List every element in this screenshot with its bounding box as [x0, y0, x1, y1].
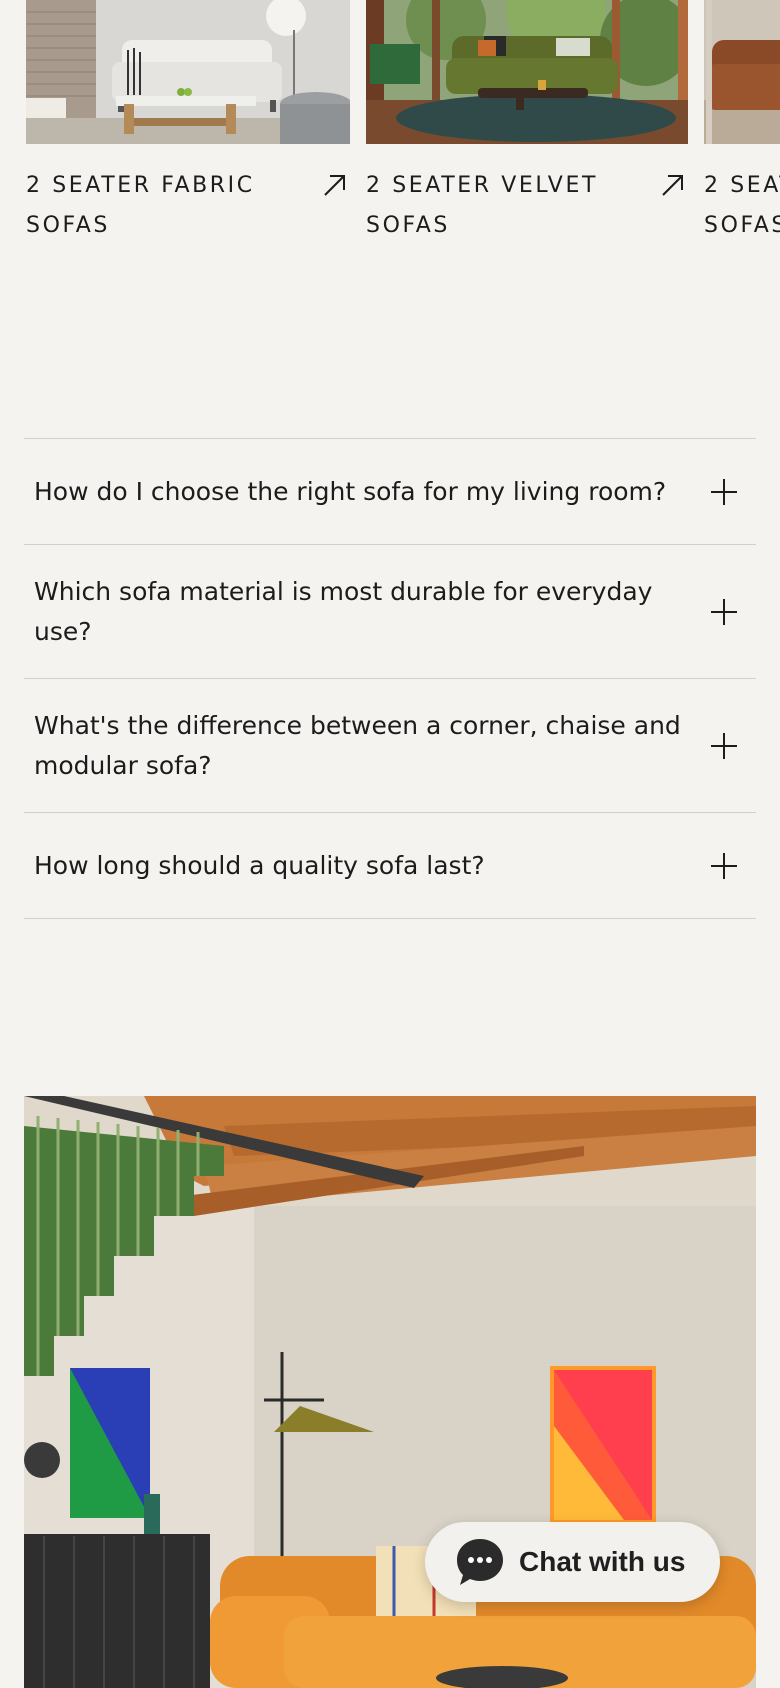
- arrow-up-right-icon[interactable]: [660, 172, 686, 198]
- chat-bubble-icon: [457, 1539, 503, 1585]
- category-card-velvet[interactable]: 2 Seater Velvet Sofas: [366, 0, 688, 246]
- faq-item[interactable]: What's the difference between a corner, …: [24, 679, 756, 813]
- chat-label[interactable]: Chat with us: [519, 1546, 685, 1578]
- plus-icon[interactable]: [710, 598, 738, 626]
- category-card-fabric[interactable]: 2 Seater Fabric Sofas: [26, 0, 350, 246]
- faq-question[interactable]: How long should a quality sofa last?: [34, 846, 684, 886]
- category-label[interactable]: 2 Seater Velvet Sofas: [366, 166, 636, 246]
- category-label[interactable]: 2 Seater Leather Sofas: [704, 166, 780, 246]
- category-image-leather-sofa[interactable]: [704, 0, 780, 144]
- plus-icon[interactable]: [710, 732, 738, 760]
- faq-question[interactable]: What's the difference between a corner, …: [34, 706, 684, 786]
- plus-icon[interactable]: [710, 478, 738, 506]
- faq-item[interactable]: How long should a quality sofa last?: [24, 813, 756, 919]
- faq-item[interactable]: How do I choose the right sofa for my li…: [24, 439, 756, 545]
- category-image-velvet-sofa[interactable]: [366, 0, 688, 144]
- faq-question[interactable]: Which sofa material is most durable for …: [34, 572, 684, 652]
- faq-item[interactable]: Which sofa material is most durable for …: [24, 545, 756, 679]
- chat-with-us-button[interactable]: Chat with us: [425, 1522, 720, 1602]
- category-card-leather[interactable]: 2 Seater Leather Sofas: [704, 0, 780, 246]
- category-image-fabric-sofa[interactable]: [26, 0, 350, 144]
- category-label[interactable]: 2 Seater Fabric Sofas: [26, 166, 296, 246]
- arrow-up-right-icon[interactable]: [322, 172, 348, 198]
- faq-question[interactable]: How do I choose the right sofa for my li…: [34, 472, 684, 512]
- plus-icon[interactable]: [710, 852, 738, 880]
- category-carousel: 2 Seater Fabric Sofas: [0, 0, 780, 250]
- faq-accordion: How do I choose the right sofa for my li…: [24, 438, 756, 919]
